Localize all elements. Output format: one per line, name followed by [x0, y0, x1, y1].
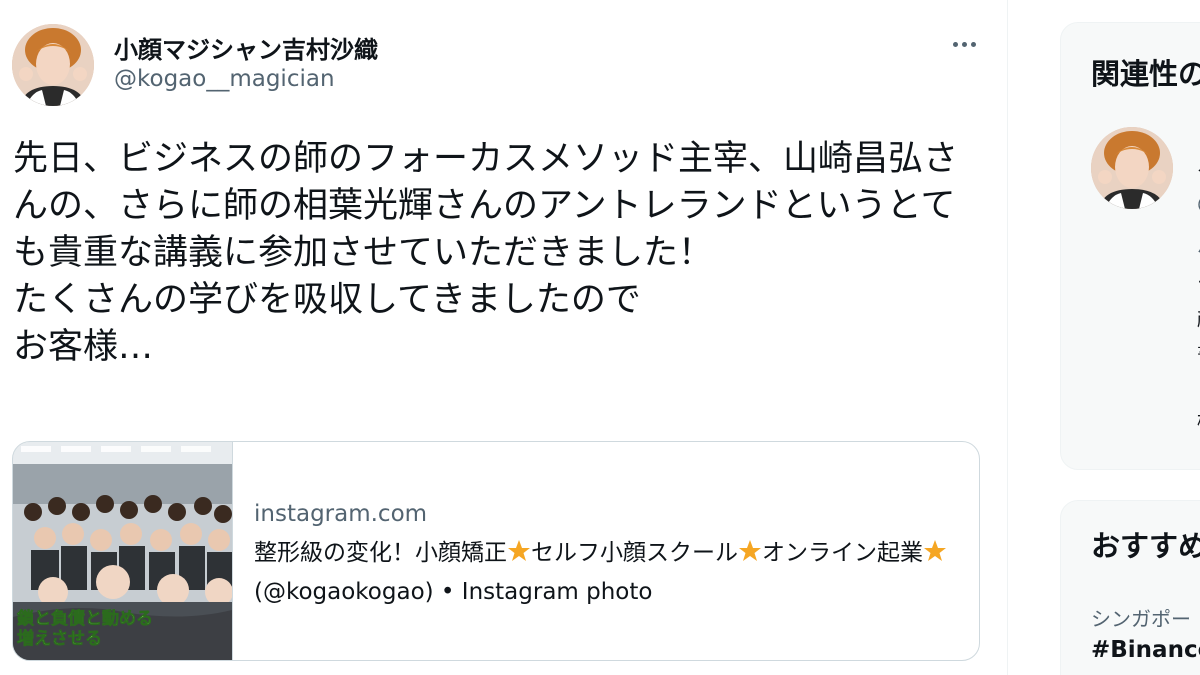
card-domain: instagram.com	[254, 501, 428, 527]
thumb-caption-1: 鎖と負債と動める	[17, 608, 153, 629]
card-title-part-2: セルフ小顔スクール	[531, 540, 738, 566]
author-handle[interactable]: @kogao__magician	[114, 66, 335, 92]
tweet-text: 先日、ビジネスの師のフォーカスメソッド主宰、山崎昌弘さんの、さらに師の相葉光輝さ…	[13, 139, 959, 367]
author-display-name[interactable]: 小顔マジシャン吉村沙織	[114, 30, 378, 65]
relevant-people-title: 関連性の	[1091, 57, 1200, 91]
link-preview-card[interactable]: 鎖と負債と動める 増えさせる instagram.com 整形級の変化！小顔矯正…	[12, 441, 980, 661]
card-title-part-4: (@kogaokogao) • Instagram photo	[254, 579, 653, 605]
right-sidebar: 関連性の ク @ パ + 顔 書 日 椎	[1060, 0, 1200, 675]
trend-location: シンガポー	[1091, 607, 1191, 631]
tweet-column: 小顔マジシャン吉村沙織 @kogao__magician 先日、ビジネスの師のフ…	[0, 0, 1008, 675]
more-options-button[interactable]	[944, 28, 984, 60]
card-thumbnail: 鎖と負債と動める 増えさせる	[13, 442, 233, 660]
card-title: 整形級の変化！小顔矯正 セルフ小顔スクール オンライン起業 (@kogaokogao…	[254, 535, 954, 610]
recommended-title: おすすめ	[1091, 529, 1200, 563]
star-icon	[738, 538, 762, 574]
relevant-person-avatar[interactable]	[1091, 127, 1173, 209]
card-title-part-1: 整形級の変化！小顔矯正	[254, 540, 507, 566]
trend-item[interactable]: #Binance	[1091, 637, 1200, 663]
thumb-caption-2: 増えさせる	[17, 628, 102, 649]
recommended-panel: おすすめ シンガポー #Binance	[1060, 500, 1200, 675]
page: 小顔マジシャン吉村沙織 @kogao__magician 先日、ビジネスの師のフ…	[0, 0, 1200, 675]
star-icon	[507, 538, 531, 574]
relevant-people-panel: 関連性の ク @ パ + 顔 書 日 椎	[1060, 22, 1200, 470]
card-title-part-3: オンライン起業	[762, 540, 923, 566]
avatar-image	[1091, 127, 1173, 209]
avatar-image	[12, 24, 94, 106]
star-icon	[923, 538, 947, 574]
author-avatar[interactable]	[12, 24, 94, 106]
more-icon	[952, 41, 958, 47]
